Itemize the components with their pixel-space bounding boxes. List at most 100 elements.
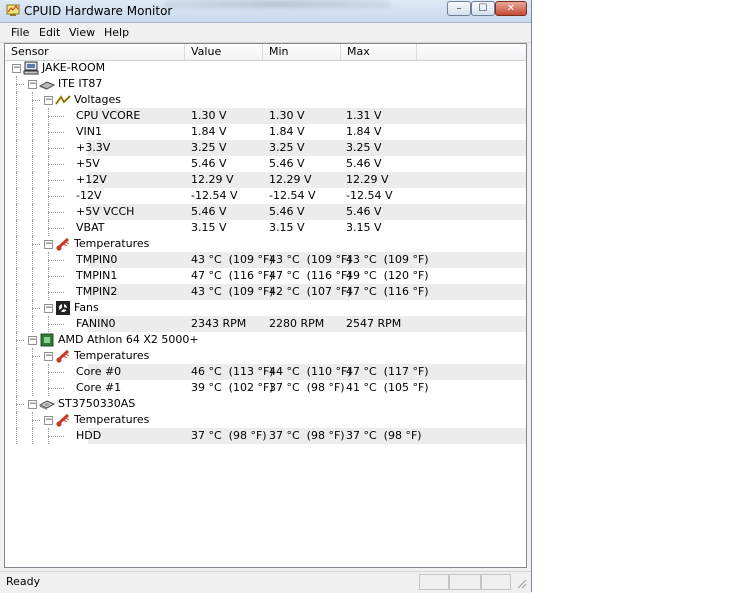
tree-line	[16, 396, 17, 412]
status-panel	[449, 574, 481, 590]
sensor-row[interactable]: +3.3V 3.25 V 3.25 V 3.25 V	[5, 140, 526, 156]
sensor-row[interactable]: +5V VCCH 5.46 V 5.46 V 5.46 V	[5, 204, 526, 220]
tree-line	[32, 356, 40, 357]
tree-line	[48, 292, 64, 293]
sensor-min: -12.54 V	[269, 189, 316, 202]
collapse-toggle-icon[interactable]: −	[28, 336, 37, 345]
sensor-min: 2280 RPM	[269, 317, 325, 330]
computer-icon	[23, 61, 39, 75]
tree-group-row[interactable]: − Temperatures	[5, 236, 526, 252]
voltage-icon	[55, 93, 71, 107]
tree-line	[16, 348, 17, 364]
tree-line	[32, 316, 33, 332]
tree-line	[16, 268, 17, 284]
sensor-row[interactable]: +12V 12.29 V 12.29 V 12.29 V	[5, 172, 526, 188]
tree-line	[48, 436, 64, 437]
sensor-label: Temperatures	[74, 237, 150, 250]
sensor-row[interactable]: +5V 5.46 V 5.46 V 5.46 V	[5, 156, 526, 172]
tree-group-row[interactable]: − AMD Athlon 64 X2 5000+	[5, 332, 526, 348]
sensor-label: TMPIN0	[76, 253, 118, 266]
menu-help[interactable]: Help	[104, 26, 129, 39]
tree-line	[48, 212, 64, 213]
sensor-row[interactable]: TMPIN0 43 °C (109 °F) 43 °C (109 °F) 43 °C …	[5, 252, 526, 268]
collapse-toggle-icon[interactable]: −	[44, 304, 53, 313]
sensor-min: 12.29 V	[269, 173, 312, 186]
tree-group-row[interactable]: − Voltages	[5, 92, 526, 108]
sensor-tree-list[interactable]: Sensor Value Min Max − JAKE-ROOM − ITE IT87…	[4, 43, 527, 568]
status-panel	[419, 574, 449, 590]
tree-group-row[interactable]: − Fans	[5, 300, 526, 316]
collapse-toggle-icon[interactable]: −	[44, 240, 53, 249]
sensor-label: AMD Athlon 64 X2 5000+	[58, 333, 199, 346]
sensor-min: 5.46 V	[269, 205, 305, 218]
tree-line	[48, 260, 64, 261]
sensor-label: ITE IT87	[58, 77, 103, 90]
tree-group-row[interactable]: − ITE IT87	[5, 76, 526, 92]
tree-line	[48, 372, 64, 373]
sensor-min: 37 °C (98 °F)	[269, 381, 345, 394]
tree-line	[16, 412, 17, 428]
sensor-value: 43 °C (109 °F)	[191, 253, 274, 266]
harddisk-icon	[38, 397, 56, 411]
collapse-toggle-icon[interactable]: −	[12, 64, 21, 73]
sensor-value: 37 °C (98 °F)	[191, 429, 267, 442]
tree-line	[16, 156, 17, 172]
close-button[interactable]: ✕	[495, 1, 527, 16]
tree-line	[32, 428, 33, 444]
sensor-max: 5.46 V	[346, 205, 382, 218]
sensor-label: FANIN0	[76, 317, 116, 330]
tree-line	[32, 220, 33, 236]
sensor-max: 5.46 V	[346, 157, 382, 170]
collapse-toggle-icon[interactable]: −	[44, 352, 53, 361]
sensor-row[interactable]: FANIN0 2343 RPM 2280 RPM 2547 RPM	[5, 316, 526, 332]
sensor-row[interactable]: -12V -12.54 V -12.54 V -12.54 V	[5, 188, 526, 204]
column-sensor[interactable]: Sensor	[5, 44, 185, 60]
app-icon	[6, 4, 20, 16]
sensor-row[interactable]: TMPIN1 47 °C (116 °F) 47 °C (116 °F) 49 °C …	[5, 268, 526, 284]
collapse-toggle-icon[interactable]: −	[28, 400, 37, 409]
sensor-label: HDD	[76, 429, 102, 442]
sensor-row[interactable]: VBAT 3.15 V 3.15 V 3.15 V	[5, 220, 526, 236]
sensor-label: ST3750330AS	[58, 397, 136, 410]
sensor-label: Fans	[74, 301, 99, 314]
tree-line	[48, 140, 49, 156]
tree-group-row[interactable]: − ST3750330AS	[5, 396, 526, 412]
sensor-min: 42 °C (107 °F)	[269, 285, 352, 298]
tree-line	[16, 316, 17, 332]
sensor-row[interactable]: HDD 37 °C (98 °F) 37 °C (98 °F) 37 °C (98 °…	[5, 428, 526, 444]
column-value[interactable]: Value	[185, 44, 263, 60]
menu-view[interactable]: View	[69, 26, 95, 39]
tree-group-row[interactable]: − JAKE-ROOM	[5, 60, 526, 76]
sensor-row[interactable]: TMPIN2 43 °C (109 °F) 42 °C (107 °F) 47 °C …	[5, 284, 526, 300]
maximize-button[interactable]: ☐	[471, 1, 495, 16]
sensor-row[interactable]: VIN1 1.84 V 1.84 V 1.84 V	[5, 124, 526, 140]
tree-line	[32, 412, 33, 428]
collapse-toggle-icon[interactable]: −	[44, 96, 53, 105]
sensor-label: TMPIN1	[76, 269, 118, 282]
title-bar[interactable]: CPUID Hardware Monitor – ☐ ✕	[0, 0, 531, 23]
tree-group-row[interactable]: − Temperatures	[5, 348, 526, 364]
sensor-value: -12.54 V	[191, 189, 238, 202]
minimize-button[interactable]: –	[447, 1, 471, 16]
status-panel	[481, 574, 511, 590]
tree-line	[32, 284, 33, 300]
menu-edit[interactable]: Edit	[39, 26, 60, 39]
menu-bar: File Edit View Help	[0, 23, 531, 43]
tree-line	[48, 148, 64, 149]
sensor-min: 1.30 V	[269, 109, 305, 122]
collapse-toggle-icon[interactable]: −	[44, 416, 53, 425]
sensor-row[interactable]: CPU VCORE 1.30 V 1.30 V 1.31 V	[5, 108, 526, 124]
sensor-row[interactable]: Core #1 39 °C (102 °F) 37 °C (98 °F) 41 °C …	[5, 380, 526, 396]
thermometer-icon	[55, 237, 71, 251]
resize-grip-icon[interactable]	[515, 577, 527, 589]
sensor-row[interactable]: Core #0 46 °C (113 °F) 44 °C (110 °F) 47 °C…	[5, 364, 526, 380]
tree-line	[48, 196, 64, 197]
tree-line	[48, 316, 49, 332]
column-min[interactable]: Min	[263, 44, 341, 60]
menu-file[interactable]: File	[11, 26, 29, 39]
collapse-toggle-icon[interactable]: −	[28, 80, 37, 89]
tree-group-row[interactable]: − Temperatures	[5, 412, 526, 428]
sensor-value: 3.15 V	[191, 221, 227, 234]
column-max[interactable]: Max	[341, 44, 417, 60]
tree-line	[48, 132, 64, 133]
